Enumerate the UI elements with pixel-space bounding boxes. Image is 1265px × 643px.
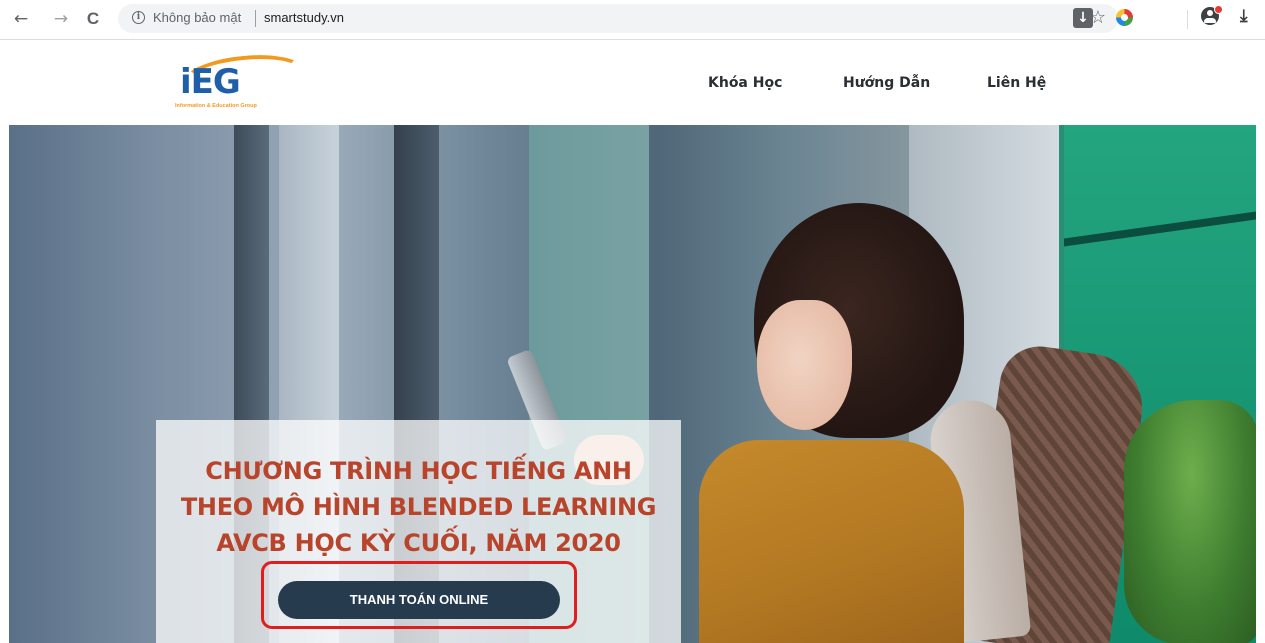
person-sweater <box>699 440 964 643</box>
profile-notification-dot <box>1214 5 1223 14</box>
forward-arrow-icon[interactable]: → <box>49 7 73 31</box>
info-icon[interactable]: i <box>132 11 145 24</box>
color-extension-icon[interactable] <box>1116 9 1133 26</box>
download-extension-icon[interactable]: ↓ <box>1073 8 1093 28</box>
hero-banner: CHƯƠNG TRÌNH HỌC TIẾNG ANH THEO MÔ HÌNH … <box>9 125 1256 643</box>
security-status[interactable]: Không bảo mật <box>153 10 241 25</box>
reload-icon[interactable]: C <box>81 7 105 31</box>
downloads-icon[interactable]: ⤓ <box>1240 6 1248 26</box>
site-header: iEG Information & Education Group Khóa H… <box>0 40 1265 126</box>
nav-khoa-hoc[interactable]: Khóa Học <box>708 75 782 91</box>
nav-lien-he[interactable]: Liên Hệ <box>987 75 1046 91</box>
plant <box>1124 400 1256 643</box>
hero-title-line: THEO MÔ HÌNH BLENDED LEARNING <box>180 493 657 521</box>
address-bar[interactable]: i Không bảo mật smartstudy.vn ☆ <box>118 4 1118 33</box>
browser-toolbar: ← → C i Không bảo mật smartstudy.vn ☆ ↓ … <box>0 0 1265 40</box>
hero-title-line: CHƯƠNG TRÌNH HỌC TIẾNG ANH <box>205 457 632 485</box>
hero-title-line: AVCB HỌC KỲ CUỐI, NĂM 2020 <box>216 529 621 557</box>
nav-huong-dan[interactable]: Hướng Dẫn <box>843 75 930 91</box>
person-face <box>757 300 852 430</box>
logo-subtitle: Information & Education Group <box>175 103 257 109</box>
ieg-logo[interactable]: iEG Information & Education Group <box>170 49 307 114</box>
url-divider <box>255 10 256 27</box>
url-text[interactable]: smartstudy.vn <box>264 10 344 25</box>
toolbar-divider <box>1187 10 1188 29</box>
back-arrow-icon[interactable]: ← <box>9 7 33 31</box>
logo-text: iEG <box>180 62 241 102</box>
online-payment-button[interactable]: THANH TOÁN ONLINE <box>278 581 560 619</box>
